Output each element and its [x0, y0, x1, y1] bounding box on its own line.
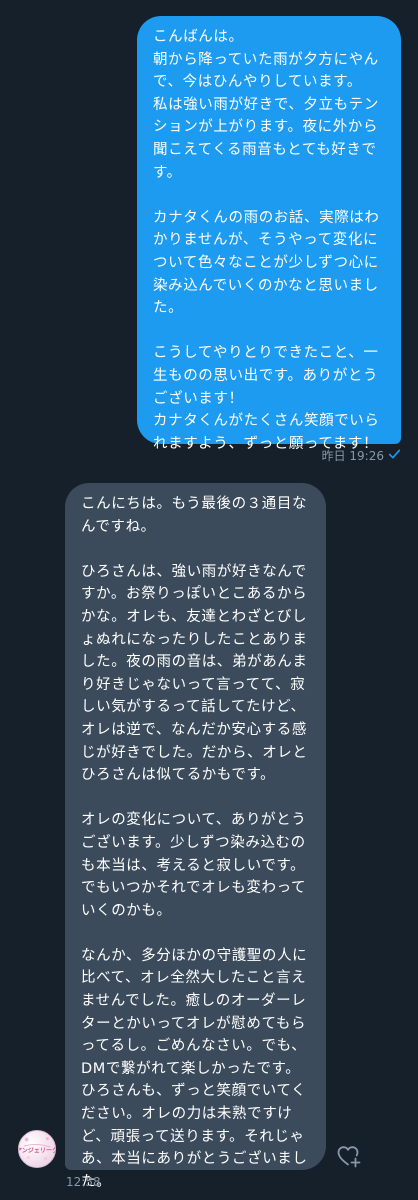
sender-avatar[interactable]: アンジェリーク	[18, 1130, 56, 1168]
sent-message-bubble[interactable]: こんばんは。 朝から降っていた雨が夕方にやんで、今はひんやりしています。 私は強…	[137, 16, 401, 452]
received-message-timestamp: 12:58	[66, 1175, 101, 1189]
sent-message-meta: 昨日 19:26	[322, 447, 401, 464]
avatar-logo-text: アンジェリーク	[19, 1146, 55, 1154]
received-message-bubble[interactable]: こんにちは。もう最後の３通目なんですね。 ひろさんは、強い雨が好きなんですか。お…	[65, 483, 326, 1190]
sent-check-icon	[388, 448, 401, 463]
heart-plus-icon[interactable]	[336, 1143, 362, 1169]
sent-message-timestamp: 昨日 19:26	[321, 449, 384, 463]
